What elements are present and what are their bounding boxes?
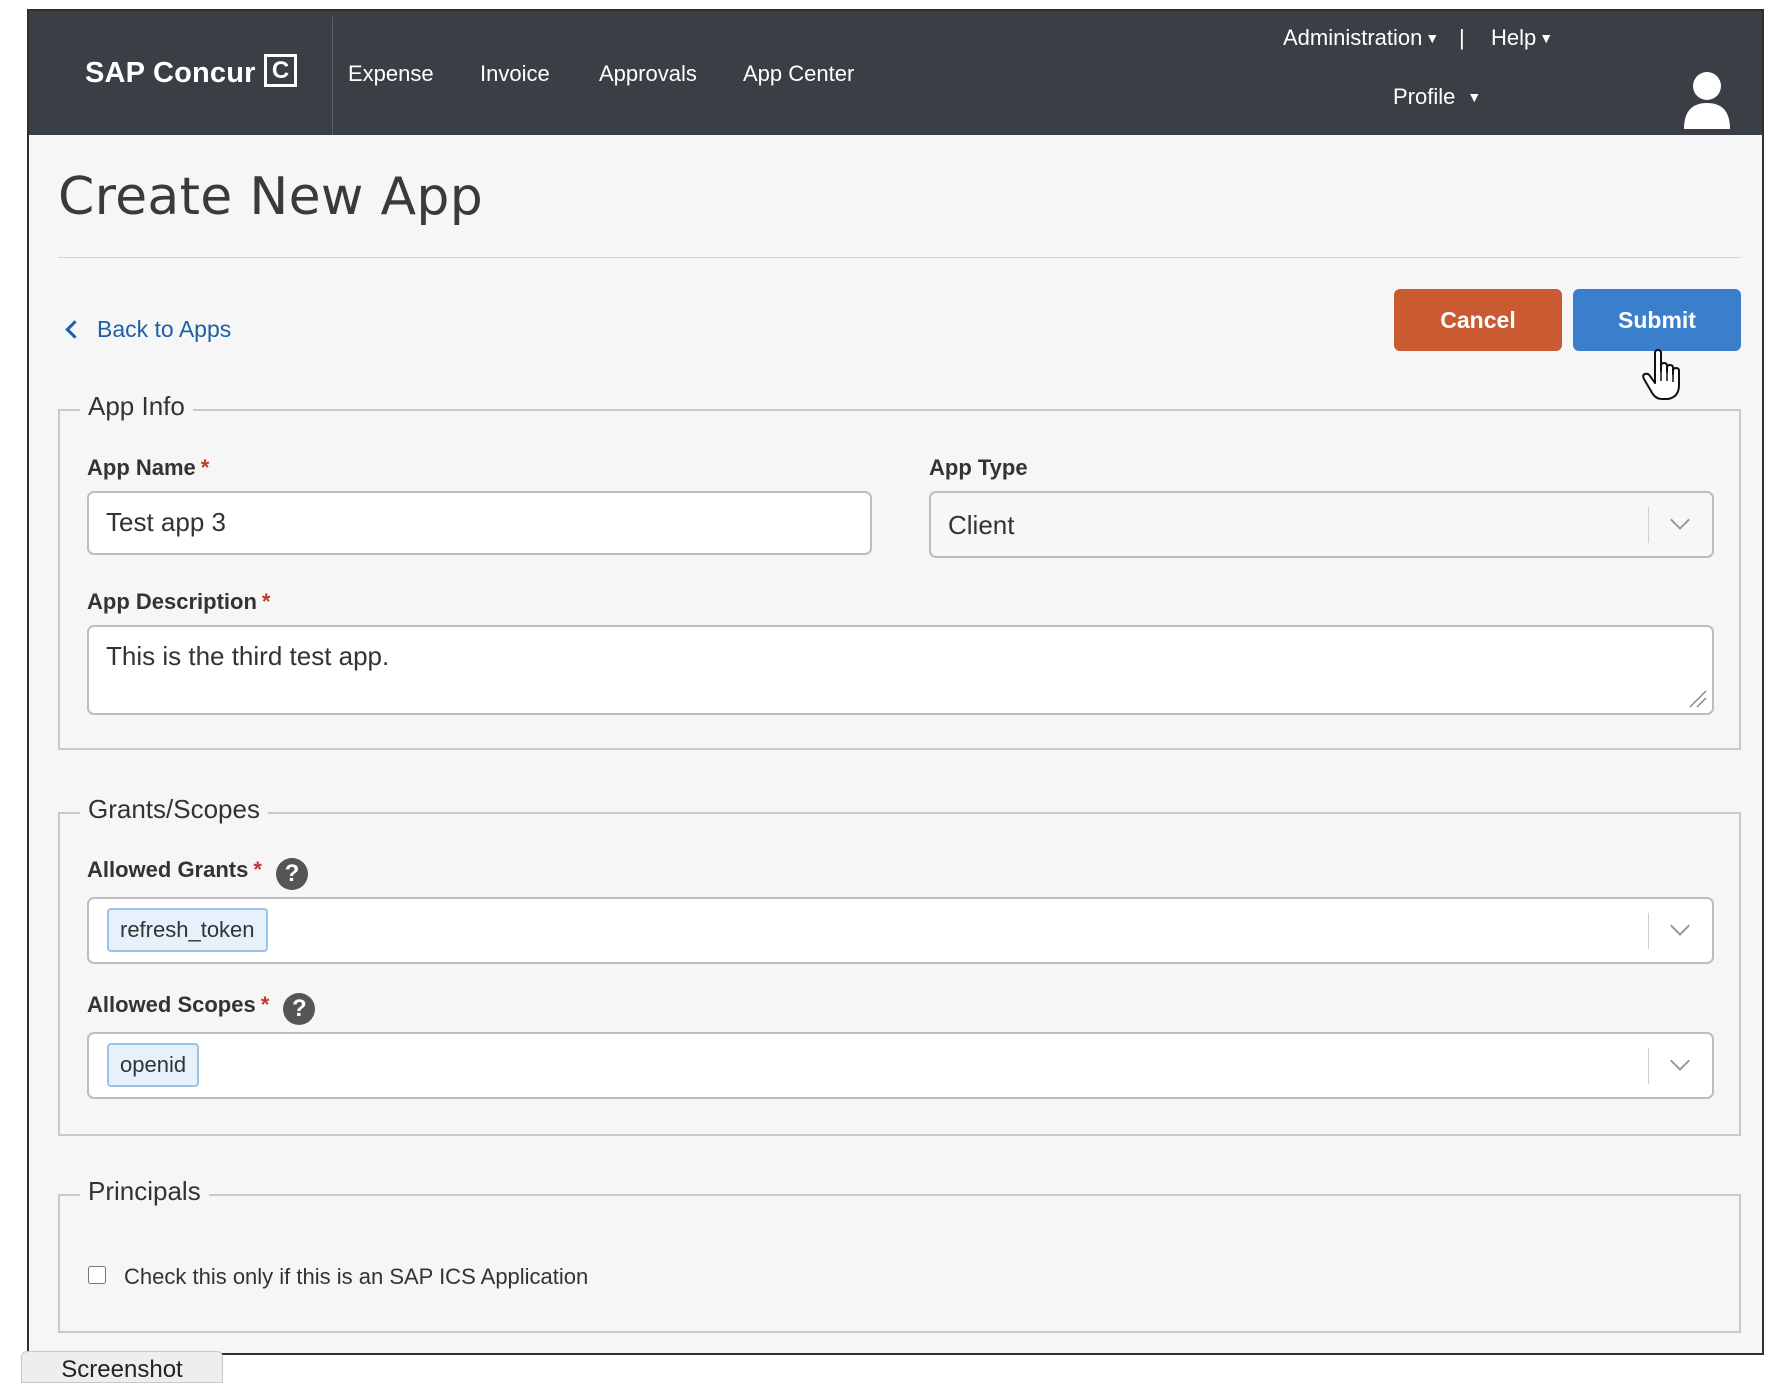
required-marker: * xyxy=(260,992,270,1017)
question-circle-icon[interactable]: ? xyxy=(275,858,308,890)
back-link-label: Back to Apps xyxy=(97,316,232,342)
sap-ics-checkbox[interactable] xyxy=(88,1266,106,1284)
help-menu[interactable]: Help ▼ xyxy=(1491,25,1553,51)
allowed-grants-label-text: Allowed Grants xyxy=(87,857,249,882)
caret-down-icon: ▼ xyxy=(1539,30,1554,46)
scope-tag[interactable]: openid xyxy=(107,1043,200,1087)
grants-scopes-section: Grants/Scopes Allowed Grants *? refresh_t… xyxy=(58,794,1741,1136)
app-description-label: App Description * xyxy=(87,589,270,615)
allowed-scopes-label: Allowed Scopes *? xyxy=(87,992,316,1025)
select-separator xyxy=(1648,1048,1649,1084)
user-avatar-icon[interactable] xyxy=(1681,69,1733,131)
app-name-value: Test app 3 xyxy=(106,507,226,537)
chevron-left-icon xyxy=(65,320,84,339)
caret-down-icon: ▼ xyxy=(1467,89,1482,105)
required-marker: * xyxy=(261,589,271,614)
resize-handle-icon[interactable] xyxy=(1686,687,1708,709)
cancel-button[interactable]: Cancel xyxy=(1394,289,1562,351)
required-marker: * xyxy=(200,455,210,480)
principals-section: Principals Check this only if this is an… xyxy=(58,1176,1741,1333)
nav-expense[interactable]: Expense xyxy=(348,61,434,87)
app-name-label: App Name * xyxy=(87,455,209,481)
top-navigation-bar: SAP Concur C Expense Invoice Approvals A… xyxy=(29,11,1762,135)
app-type-label: App Type xyxy=(929,455,1028,480)
select-separator xyxy=(1648,913,1649,949)
allowed-scopes-multiselect[interactable]: openid xyxy=(87,1032,1714,1099)
nav-divider xyxy=(332,17,333,135)
chevron-down-icon[interactable] xyxy=(1670,510,1690,530)
nav-app-center[interactable]: App Center xyxy=(743,61,854,87)
administration-label: Administration xyxy=(1283,25,1423,50)
back-to-apps-link[interactable]: Back to Apps xyxy=(65,316,232,343)
app-name-input[interactable]: Test app 3 xyxy=(87,491,872,555)
allowed-grants-multiselect[interactable]: refresh_token xyxy=(87,897,1714,964)
brand-logo-text[interactable]: SAP Concur xyxy=(85,57,256,90)
app-info-legend: App Info xyxy=(80,391,193,422)
app-window: SAP Concur C Expense Invoice Approvals A… xyxy=(27,9,1764,1355)
administration-menu[interactable]: Administration ▼ xyxy=(1283,25,1439,51)
submit-button[interactable]: Submit xyxy=(1573,289,1741,351)
app-description-textarea[interactable]: This is the third test app. xyxy=(87,625,1714,715)
brand-logo-icon[interactable]: C xyxy=(264,54,297,87)
help-label: Help xyxy=(1491,25,1537,50)
sap-ics-checkbox-label[interactable]: Check this only if this is an SAP ICS Ap… xyxy=(124,1264,588,1290)
app-name-label-text: App Name xyxy=(87,455,196,480)
profile-menu[interactable]: Profile ▼ xyxy=(1393,84,1481,110)
allowed-grants-label: Allowed Grants *? xyxy=(87,857,308,890)
app-description-label-text: App Description xyxy=(87,589,257,614)
nav-approvals[interactable]: Approvals xyxy=(599,61,697,87)
page-title: Create New App xyxy=(58,167,484,227)
required-marker: * xyxy=(253,857,262,882)
hand-pointer-icon xyxy=(1642,349,1680,400)
screenshot-tab[interactable]: Screenshot xyxy=(21,1351,223,1383)
chevron-down-icon[interactable] xyxy=(1670,1051,1690,1071)
nav-separator: | xyxy=(1459,25,1465,50)
grants-scopes-legend: Grants/Scopes xyxy=(80,794,268,825)
title-divider xyxy=(58,257,1741,258)
profile-label: Profile xyxy=(1393,84,1456,109)
chevron-down-icon[interactable] xyxy=(1670,916,1690,936)
select-separator xyxy=(1648,507,1649,543)
nav-invoice[interactable]: Invoice xyxy=(480,61,550,87)
allowed-scopes-label-text: Allowed Scopes xyxy=(87,992,256,1017)
question-circle-icon[interactable]: ? xyxy=(283,993,316,1025)
grant-tag[interactable]: refresh_token xyxy=(107,908,268,952)
app-type-select[interactable]: Client xyxy=(929,491,1714,558)
app-info-section: App Info App Name * Test app 3 App Type C… xyxy=(58,391,1741,750)
app-description-value: This is the third test app. xyxy=(106,641,390,671)
app-type-value: Client xyxy=(948,510,1015,540)
caret-down-icon: ▼ xyxy=(1425,30,1440,46)
principals-legend: Principals xyxy=(80,1176,209,1207)
